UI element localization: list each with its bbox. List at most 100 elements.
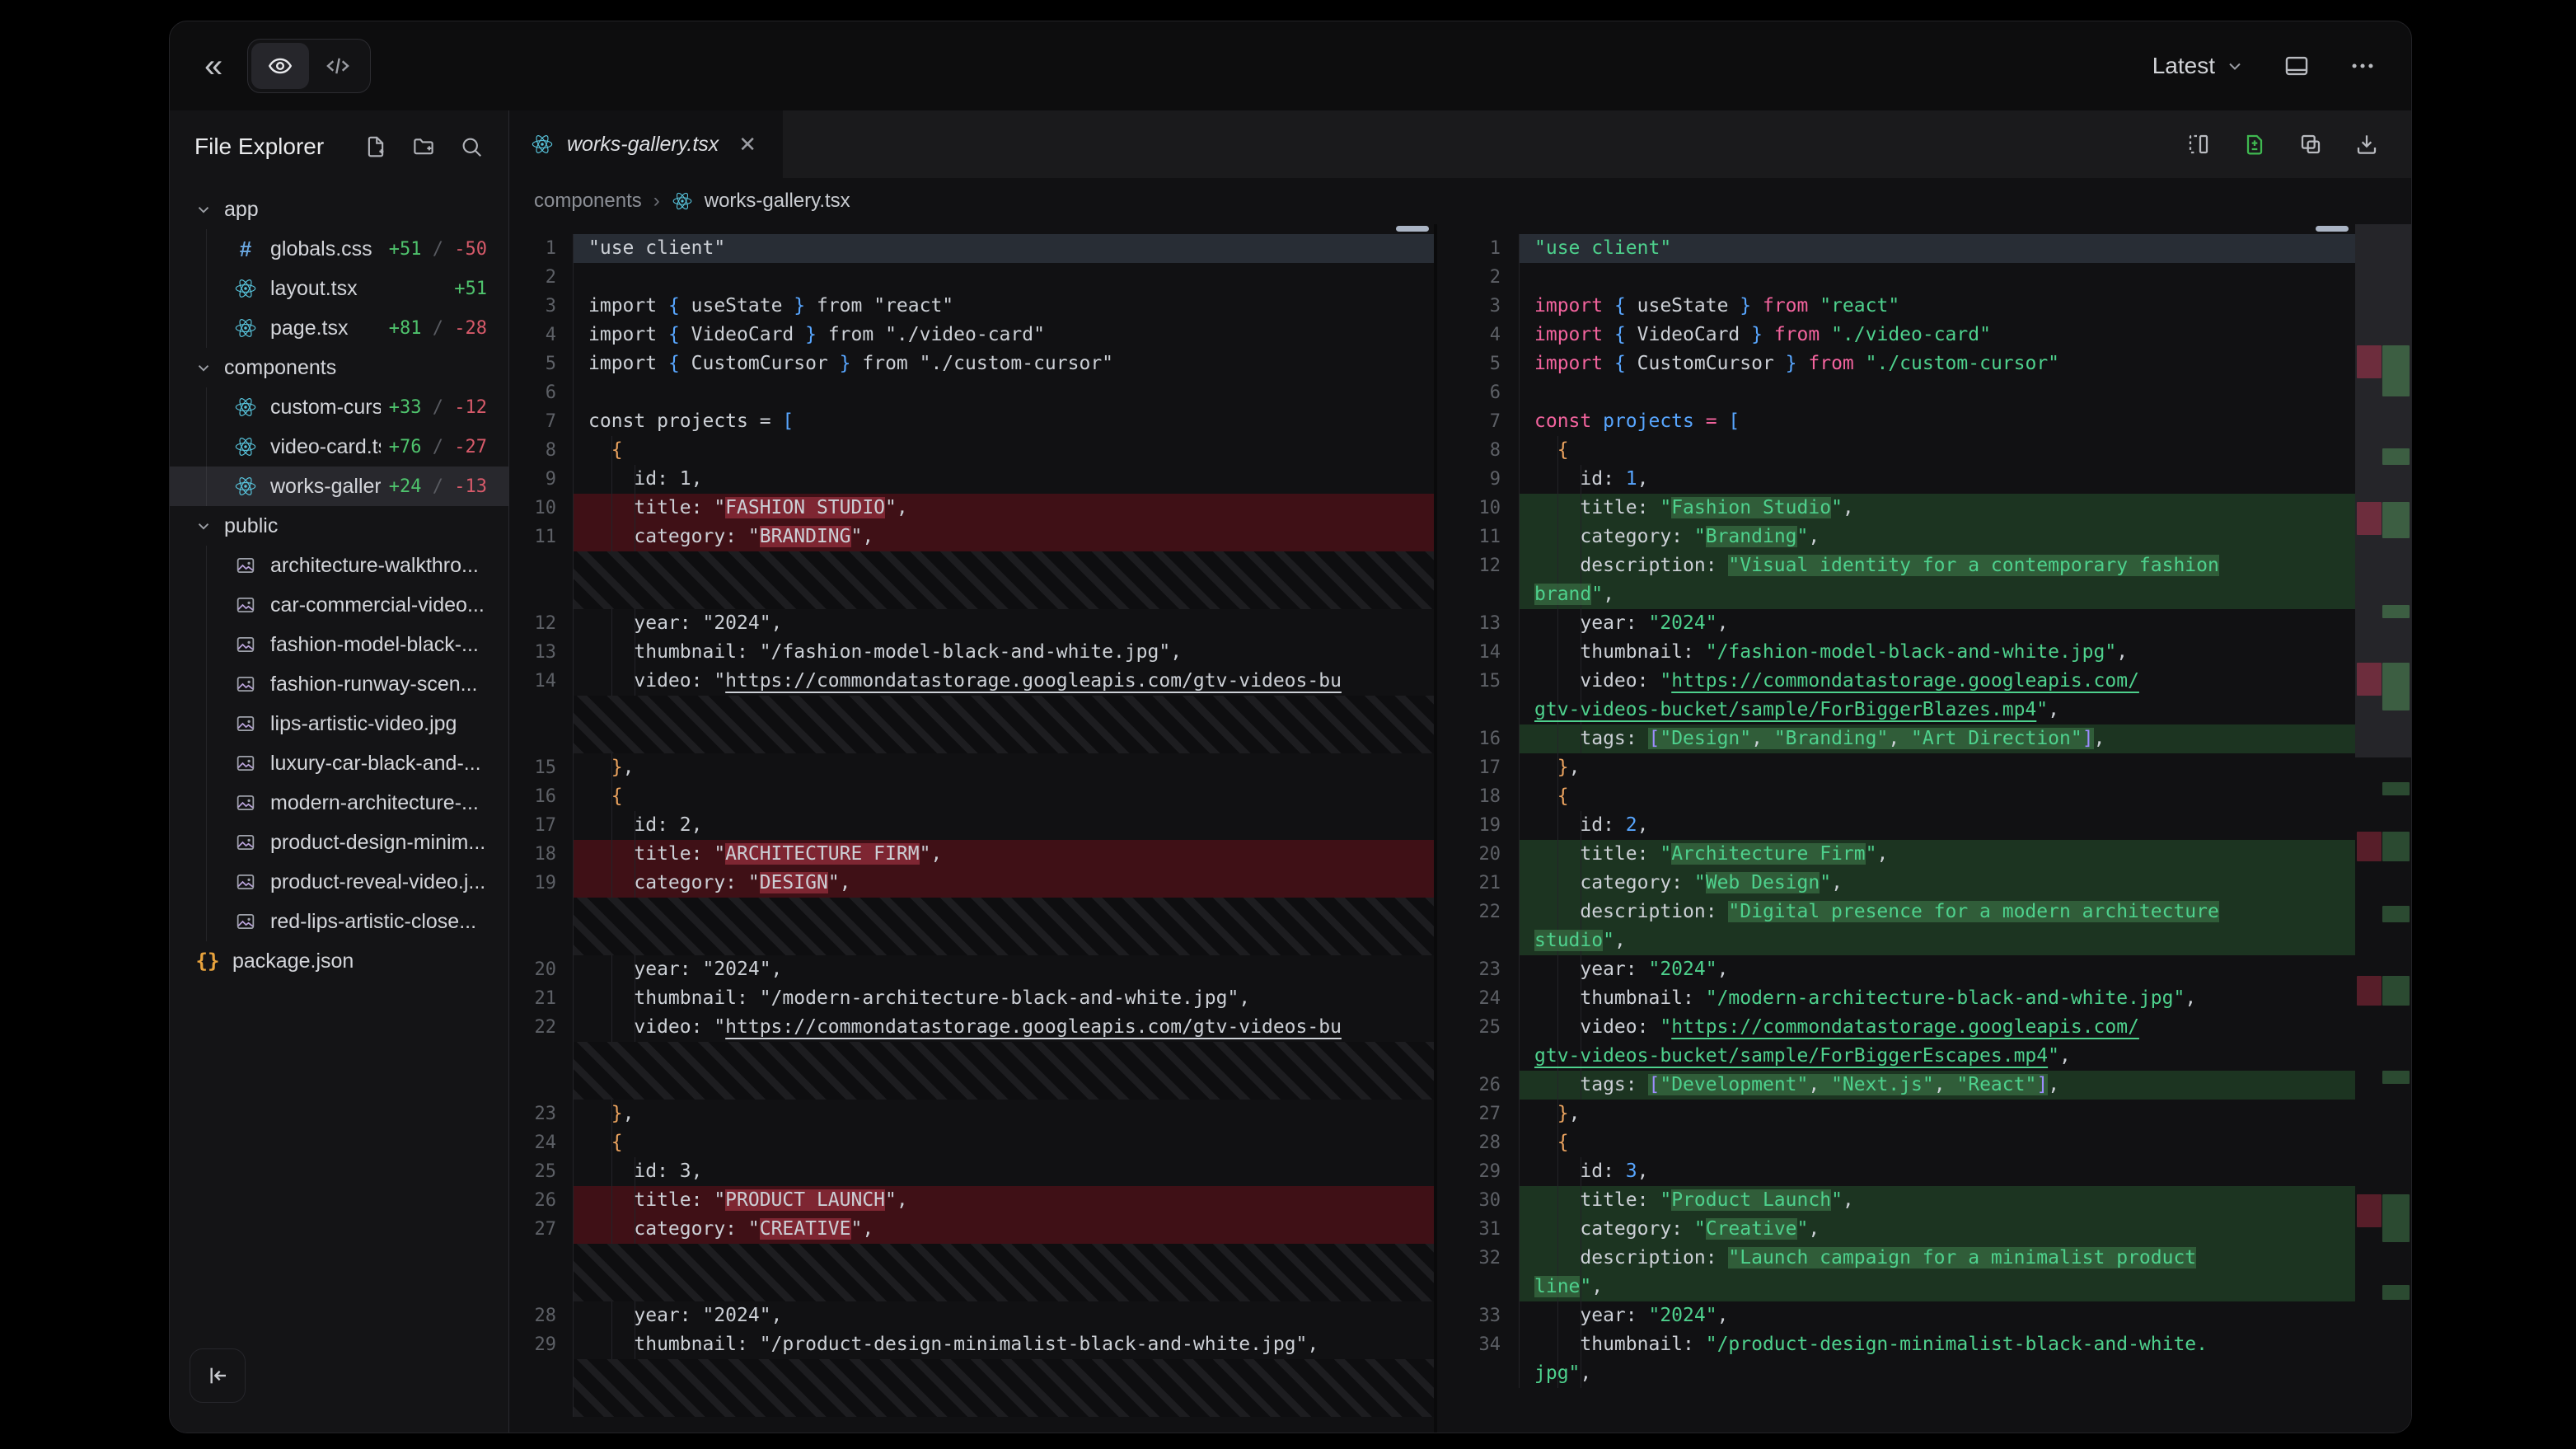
file-label: components xyxy=(224,356,336,380)
sidebar-file-video-card-tsx[interactable]: video-card.tsx+76 / -27 xyxy=(170,427,508,467)
diff-filler-row xyxy=(509,1042,1434,1100)
preview-toggle-button[interactable] xyxy=(251,43,309,89)
sidebar-file-red-lips-artistic-close-[interactable]: red-lips-artistic-close... xyxy=(170,902,508,941)
preview-code-toggle xyxy=(247,39,371,93)
img-file-icon xyxy=(232,554,259,577)
code-line: jpg", xyxy=(1437,1359,2355,1388)
panel-bottom-icon[interactable] xyxy=(2283,52,2311,80)
file-label: package.json xyxy=(232,950,354,973)
react-file-icon xyxy=(232,317,259,340)
img-file-icon xyxy=(232,791,259,814)
react-file-icon xyxy=(232,277,259,300)
minimap-added-mark xyxy=(2382,605,2410,618)
code-line: 13 thumbnail: "/fashion-model-black-and-… xyxy=(509,638,1434,667)
sidebar-file-product-reveal-video-j-[interactable]: product-reveal-video.j... xyxy=(170,862,508,902)
breadcrumb-file[interactable]: works-gallery.tsx xyxy=(705,190,850,213)
minimap-removed-mark xyxy=(2357,663,2382,696)
react-file-icon xyxy=(672,190,693,212)
sidebar-file-modern-architecture-[interactable]: modern-architecture-... xyxy=(170,783,508,823)
sidebar-file-package-json[interactable]: {}package.json xyxy=(170,941,508,981)
sidebar-file-lips-artistic-video-jpg[interactable]: lips-artistic-video.jpg xyxy=(170,704,508,743)
collapse-panel-icon[interactable]: « xyxy=(204,49,222,82)
img-file-icon xyxy=(232,673,259,696)
eye-icon xyxy=(266,52,294,80)
tab-works-gallery[interactable]: works-gallery.tsx ✕ xyxy=(509,110,783,178)
copy-icon[interactable] xyxy=(2297,131,2324,157)
minimap-added-mark xyxy=(2382,906,2410,922)
sidebar-folder-public[interactable]: public xyxy=(170,506,508,546)
code-line: 4import { VideoCard } from "./video-card… xyxy=(509,321,1434,349)
breadcrumb-folder[interactable]: components xyxy=(534,190,642,213)
sidebar-file-globals-css[interactable]: #globals.css+51 / -50 xyxy=(170,229,508,269)
css-file-icon: # xyxy=(232,237,259,262)
code-line: 26 tags: ["Development", "Next.js", "Rea… xyxy=(1437,1071,2355,1100)
new-file-icon[interactable] xyxy=(363,134,388,159)
code-line: 23 }, xyxy=(509,1100,1434,1128)
search-icon[interactable] xyxy=(459,134,484,159)
sidebar-file-fashion-model-black-[interactable]: fashion-model-black-... xyxy=(170,625,508,664)
img-file-icon xyxy=(232,752,259,775)
code-line: 11 category: "Branding", xyxy=(1437,523,2355,551)
download-icon[interactable] xyxy=(2354,131,2380,157)
horizontal-scrollbar[interactable] xyxy=(1396,226,1429,232)
tab-close-icon[interactable]: ✕ xyxy=(738,132,756,157)
sidebar-file-custom-curs-[interactable]: custom-curs...+33 / -12 xyxy=(170,387,508,427)
code-line: 2 xyxy=(1437,263,2355,292)
code-line: 16 { xyxy=(509,782,1434,811)
sidebar-file-car-commercial-video-[interactable]: car-commercial-video... xyxy=(170,585,508,625)
sidebar-file-layout-tsx[interactable]: layout.tsx+51 xyxy=(170,269,508,308)
sidebar-file-fashion-runway-scen-[interactable]: fashion-runway-scen... xyxy=(170,664,508,704)
code-line: 15 }, xyxy=(509,753,1434,782)
file-label: product-reveal-video.j... xyxy=(270,870,485,894)
more-ellipsis-icon[interactable] xyxy=(2349,52,2377,80)
version-dropdown[interactable]: Latest xyxy=(2152,53,2245,79)
new-folder-icon[interactable] xyxy=(411,134,436,159)
code-line: 19 category: "DESIGN", xyxy=(509,869,1434,898)
editor-area: works-gallery.tsx ✕ components › xyxy=(509,110,2411,1433)
sidebar-file-page-tsx[interactable]: page.tsx+81 / -28 xyxy=(170,308,508,348)
file-label: car-commercial-video... xyxy=(270,593,485,617)
file-label: video-card.tsx xyxy=(270,435,381,459)
file-label: modern-architecture-... xyxy=(270,791,479,815)
minimap-removed-mark xyxy=(2357,976,2382,1006)
diff-pane-old: 1"use client"23import { useState } from … xyxy=(509,224,1437,1433)
diff-filler-row xyxy=(509,1244,1434,1301)
code-line: 20 title: "Architecture Firm", xyxy=(1437,840,2355,869)
minimap-added-mark xyxy=(2382,1071,2410,1084)
code-line: 3import { useState } from "react" xyxy=(509,292,1434,321)
minimap-scrollbar[interactable] xyxy=(2355,224,2411,1433)
sidebar-folder-app[interactable]: app xyxy=(170,190,508,229)
code-line: 9 id: 1, xyxy=(1437,465,2355,494)
minimap-removed-mark xyxy=(2357,345,2382,378)
code-line: 33 year: "2024", xyxy=(1437,1301,2355,1330)
chevron-down-icon xyxy=(194,359,213,377)
diff-stats: +24 / -13 xyxy=(381,476,487,497)
split-diff-icon[interactable] xyxy=(2185,131,2212,157)
file-diff-icon[interactable] xyxy=(2241,131,2268,157)
file-label: app xyxy=(224,198,259,222)
diff-pane-new: 1"use client"23import { useState } from … xyxy=(1437,224,2411,1433)
chevron-down-icon xyxy=(2225,56,2245,76)
sidebar-folder-components[interactable]: components xyxy=(170,348,508,387)
code-line: 13 year: "2024", xyxy=(1437,609,2355,638)
react-file-icon xyxy=(232,396,259,419)
code-toggle-button[interactable] xyxy=(309,43,367,89)
app-window: « Latest xyxy=(169,21,2412,1433)
code-line: 20 year: "2024", xyxy=(509,955,1434,984)
sidebar-file-architecture-walkthro-[interactable]: architecture-walkthro... xyxy=(170,546,508,585)
code-line: 6 xyxy=(509,378,1434,407)
code-line: 34 thumbnail: "/product-design-minimalis… xyxy=(1437,1330,2355,1359)
collapse-left-button[interactable] xyxy=(190,1348,246,1403)
minimap-added-mark xyxy=(2382,502,2410,538)
sidebar-file-works-galler-[interactable]: works-galler...+24 / -13 xyxy=(170,467,508,506)
img-file-icon xyxy=(232,633,259,656)
file-label: public xyxy=(224,514,278,538)
version-label: Latest xyxy=(2152,53,2215,79)
code-line: 9 id: 1, xyxy=(509,465,1434,494)
sidebar-file-luxury-car-black-and-[interactable]: luxury-car-black-and-... xyxy=(170,743,508,783)
tab-strip: works-gallery.tsx ✕ xyxy=(509,110,2411,178)
code-line: 7const projects = [ xyxy=(1437,407,2355,436)
minimap-removed-mark xyxy=(2357,1194,2382,1227)
horizontal-scrollbar[interactable] xyxy=(2316,226,2349,232)
sidebar-file-product-design-minim-[interactable]: product-design-minim... xyxy=(170,823,508,862)
